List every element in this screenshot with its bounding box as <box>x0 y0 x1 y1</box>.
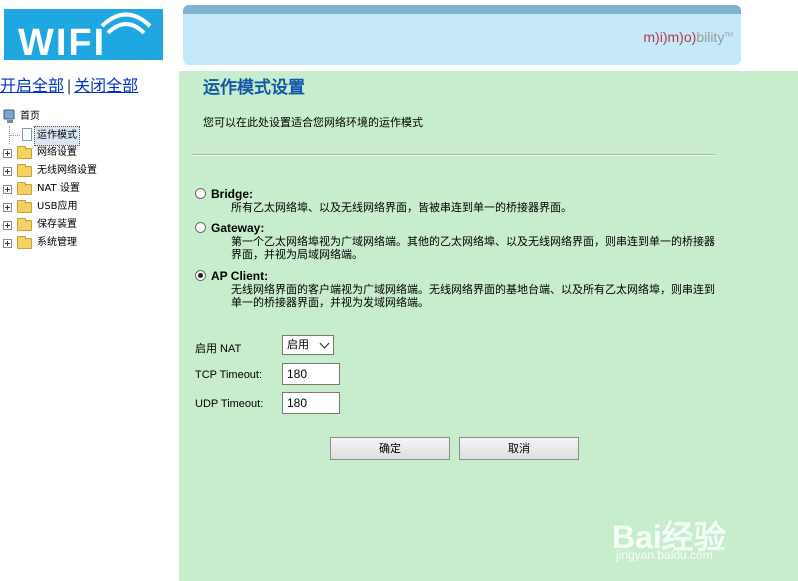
sidebar-item-label: 系统管理 <box>37 237 77 248</box>
cancel-button[interactable]: 取消 <box>459 437 579 460</box>
nat-select[interactable]: 启用 <box>282 335 334 355</box>
expand-icon[interactable] <box>3 185 12 194</box>
ok-button[interactable]: 确定 <box>330 437 450 460</box>
page-title: 运作模式设置 <box>203 78 305 98</box>
folder-icon <box>17 236 32 249</box>
sidebar-item-label: 保存装置 <box>37 219 77 230</box>
brand-logo: m)i)m)o)bilityTM <box>643 29 733 45</box>
sidebar-item-label: 无线网络设置 <box>37 165 97 176</box>
tcp-timeout-input[interactable]: 180 <box>282 363 340 385</box>
option-desc: 第一个乙太网络埠视为广域网络端。其他的乙太网络埠、以及无线网络界面，则串连到单一… <box>231 235 715 261</box>
folder-icon <box>17 146 32 159</box>
option-title: Bridge: <box>211 187 253 201</box>
chevron-down-icon <box>319 338 330 349</box>
folder-icon <box>17 200 32 213</box>
sidebar-item-label: NAT 设置 <box>37 183 80 194</box>
option-title: AP Client: <box>211 269 269 283</box>
ap-client-radio[interactable] <box>195 270 206 281</box>
divider <box>192 154 715 156</box>
watermark-url: jingyan.baidu.com <box>616 548 713 562</box>
wifi-logo: WIFI <box>4 9 163 60</box>
option-desc: 无线网络界面的客户端视为广域网络端。无线网络界面的基地台端、以及所有乙太网络埠，… <box>231 283 715 309</box>
page-description: 您可以在此处设置适合您网络环境的运作模式 <box>203 116 423 129</box>
open-all-link[interactable]: 开启全部 <box>0 78 64 95</box>
expand-icon[interactable] <box>3 149 12 158</box>
bridge-radio[interactable] <box>195 188 206 199</box>
option-desc: 所有乙太网络埠、以及无线网络界面，皆被串连到单一的桥接器界面。 <box>231 201 572 214</box>
expand-icon[interactable] <box>3 239 12 248</box>
tcp-timeout-label: TCP Timeout: <box>195 369 263 381</box>
sidebar-item-label: 运作模式 <box>34 126 80 146</box>
tree-toggle-links: 开启全部 | 关闭全部 <box>0 78 139 95</box>
udp-timeout-label: UDP Timeout: <box>195 398 264 410</box>
close-all-link[interactable]: 关闭全部 <box>74 78 138 95</box>
header-banner: m)i)m)o)bilityTM <box>183 5 741 65</box>
expand-icon[interactable] <box>3 167 12 176</box>
wifi-signal-icon <box>100 12 152 35</box>
folder-icon <box>17 182 32 195</box>
nat-label: 启用 NAT <box>195 343 242 355</box>
gateway-radio[interactable] <box>195 222 206 233</box>
expand-icon[interactable] <box>3 221 12 230</box>
tree-root-label: 首页 <box>20 111 40 122</box>
baidu-watermark: Bai经验 jingyan.baidu.com <box>612 500 798 570</box>
banner-top-bar <box>183 5 741 14</box>
expand-icon[interactable] <box>3 203 12 212</box>
option-title: Gateway: <box>211 221 265 235</box>
logo-text: WIFI <box>18 22 107 60</box>
sidebar-item-label: 网络设置 <box>37 147 77 158</box>
udp-timeout-input[interactable]: 180 <box>282 392 340 414</box>
folder-icon <box>17 164 32 177</box>
page-icon <box>22 128 32 141</box>
computer-icon <box>3 109 15 123</box>
sidebar-item-label: USB应用 <box>37 201 78 212</box>
folder-icon <box>17 218 32 231</box>
